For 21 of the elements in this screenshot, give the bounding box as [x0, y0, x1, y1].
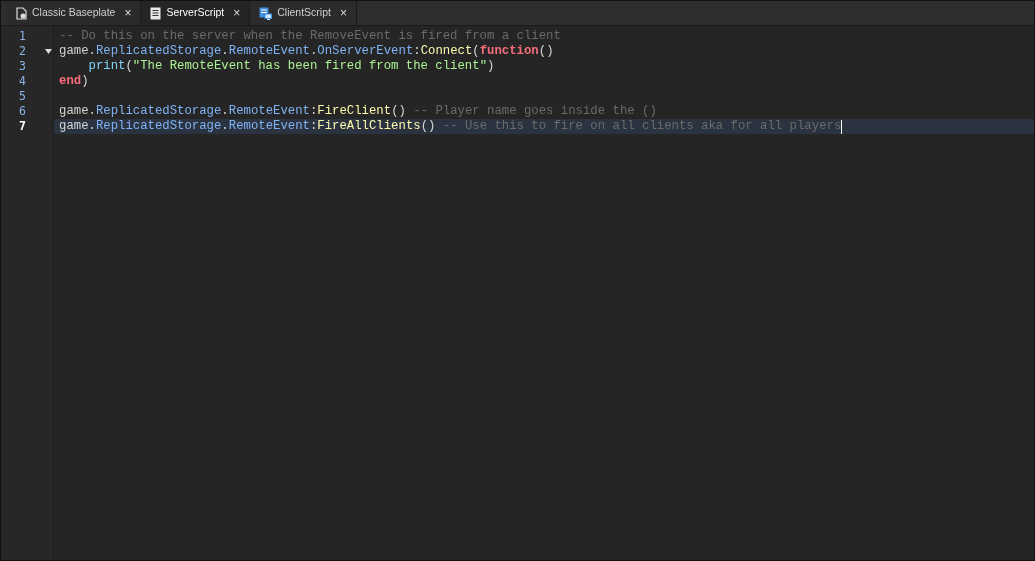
line-number: 5 [19, 89, 26, 104]
code-line: game.ReplicatedStorage.RemoteEvent:FireClient() -- Player name goes inside the () [58, 104, 657, 119]
editor-tab[interactable]: ServerScript × [141, 1, 251, 25]
script-document-icon [150, 6, 162, 20]
code-line: game.ReplicatedStorage.RemoteEvent:FireAllClients() -- Use this to fire on all clients aka for all players [58, 119, 842, 134]
line-number: 4 [19, 74, 26, 89]
code-line: game.ReplicatedStorage.RemoteEvent.OnServerEvent:Connect(function() [58, 44, 554, 59]
code-line: end) [58, 74, 89, 89]
code-line: -- Do this on the server when the RemoveEvent is fired from a client [58, 29, 561, 44]
fold-arrow-icon[interactable] [45, 49, 52, 54]
close-icon[interactable]: × [233, 4, 241, 22]
monitor-script-icon [259, 6, 273, 20]
close-icon[interactable]: × [124, 4, 132, 22]
line-number: 7 [19, 119, 26, 134]
place-document-icon [16, 6, 27, 20]
line-number: 1 [19, 29, 26, 44]
code-line: print("The RemoteEvent has been fired from the client") [87, 59, 495, 74]
line-number: 6 [19, 104, 26, 119]
close-icon[interactable]: × [339, 4, 347, 22]
line-number: 3 [19, 59, 26, 74]
line-number: 2 [19, 44, 26, 59]
